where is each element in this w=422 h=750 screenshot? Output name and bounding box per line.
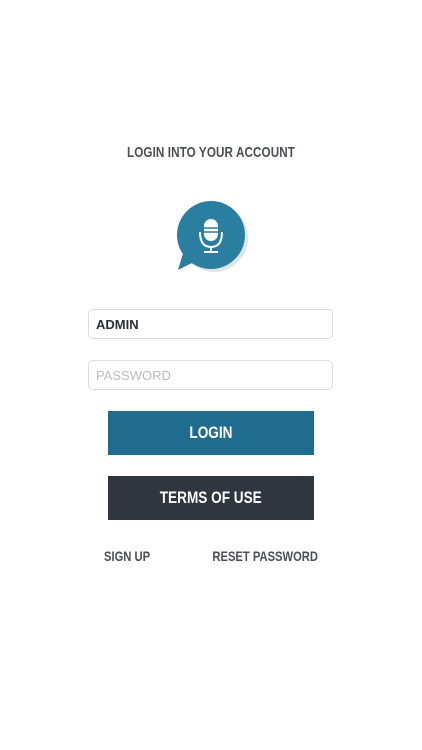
microphone-chat-bubble-icon: [177, 201, 248, 272]
terms-of-use-button[interactable]: TERMS OF USE: [108, 476, 314, 520]
page-title: LOGIN INTO YOUR ACCOUNT: [127, 144, 295, 161]
login-button[interactable]: LOGIN: [108, 411, 314, 455]
password-input[interactable]: [88, 360, 333, 390]
reset-password-link[interactable]: RESET PASSWORD: [186, 548, 318, 564]
login-button-label: LOGIN: [189, 423, 233, 442]
sign-up-label: SIGN UP: [104, 548, 151, 564]
username-input[interactable]: [88, 309, 333, 339]
terms-button-label: TERMS OF USE: [159, 488, 262, 507]
sign-up-link[interactable]: SIGN UP: [104, 548, 162, 564]
reset-password-label: RESET PASSWORD: [212, 548, 318, 564]
